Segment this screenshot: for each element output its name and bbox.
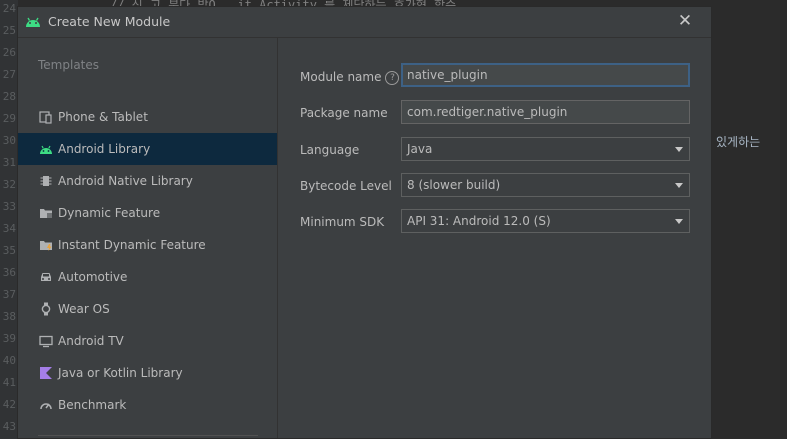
editor-gutter [0,0,18,439]
line-number: 33 [2,200,16,213]
line-number: 38 [2,310,16,323]
line-number: 35 [2,244,16,257]
template-label: Wear OS [58,302,110,316]
minimum-sdk-dropdown[interactable]: API 31: Android 12.0 (S) [401,209,690,233]
template-label: Phone & Tablet [58,110,148,124]
template-item-automotive[interactable]: Automotive [18,261,277,293]
module-form: Module name? Package name com.redtiger.n… [278,38,711,438]
line-number: 43 [2,420,16,433]
module-name-input[interactable] [407,65,688,85]
template-label: Java or Kotlin Library [58,366,183,380]
chevron-down-icon [675,147,683,152]
module-name-field-box [401,63,690,87]
line-number: 29 [2,112,16,125]
line-number: 24 [2,2,16,15]
template-label: Android TV [58,334,124,348]
template-item-java-kotlin-library[interactable]: Java or Kotlin Library [18,357,277,389]
template-label: Android Library [58,142,151,156]
gauge-icon [39,398,53,412]
module-name-label: Module name? [300,70,400,85]
phone-tablet-icon [39,110,53,124]
native-chip-icon [39,174,53,188]
template-item-phone-tablet[interactable]: Phone & Tablet [18,101,277,133]
language-dropdown[interactable]: Java [401,137,690,161]
line-number: 39 [2,332,16,345]
line-number: 42 [2,398,16,411]
chevron-down-icon [675,219,683,224]
package-name-input[interactable]: com.redtiger.native_plugin [401,100,690,124]
close-button[interactable]: ✕ [675,11,695,31]
templates-heading: Templates [38,58,100,72]
template-label: Android Native Library [58,174,193,188]
create-new-module-dialog: Create New Module ✕ Templates Phone & Ta… [17,6,712,439]
instant-folder-icon [39,238,53,252]
tv-icon [39,334,53,348]
template-item-wear-os[interactable]: Wear OS [18,293,277,325]
line-number: 40 [2,354,16,367]
template-label: Benchmark [58,398,127,412]
chevron-down-icon [675,183,683,188]
line-number: 25 [2,24,16,37]
templates-panel: Templates Phone & Tablet Android Library… [18,38,278,438]
watch-icon [39,302,53,316]
bytecode-level-dropdown[interactable]: 8 (slower build) [401,173,690,197]
line-number: 28 [2,90,16,103]
dialog-title: Create New Module [48,14,171,29]
line-number: 26 [2,46,16,59]
module-name-label-text: Module name [300,70,382,84]
template-label: Instant Dynamic Feature [58,238,206,252]
kotlin-icon [39,366,53,380]
line-number: 37 [2,288,16,301]
line-number: 32 [2,178,16,191]
line-number: 31 [2,156,16,169]
package-name-label: Package name [300,106,388,120]
template-label: Dynamic Feature [58,206,161,220]
line-number: 36 [2,266,16,279]
code-text-fragment: 있게하는 [716,135,761,149]
minimum-sdk-label: Minimum SDK [300,215,385,229]
folder-icon [39,206,53,220]
line-number: 27 [2,68,16,81]
line-number: 34 [2,222,16,235]
template-item-dynamic-feature[interactable]: Dynamic Feature [18,197,277,229]
template-item-instant-dynamic-feature[interactable]: Instant Dynamic Feature [18,229,277,261]
language-label: Language [300,143,360,157]
bytecode-level-label: Bytecode Level [300,179,392,193]
template-label: Automotive [58,270,128,284]
template-item-android-native-library[interactable]: Android Native Library [18,165,277,197]
android-icon [39,142,53,156]
template-item-android-library[interactable]: Android Library [18,133,277,165]
language-value: Java [407,142,433,156]
minimum-sdk-value: API 31: Android 12.0 (S) [407,214,551,228]
template-item-benchmark[interactable]: Benchmark [18,389,277,421]
template-item-android-tv[interactable]: Android TV [18,325,277,357]
line-number: 30 [2,134,16,147]
panel-divider [38,435,258,436]
line-number: 41 [2,376,16,389]
android-studio-icon [26,17,40,27]
help-icon[interactable]: ? [385,71,400,85]
bytecode-level-value: 8 (slower build) [407,178,501,192]
car-icon [39,270,53,284]
dialog-titlebar: Create New Module ✕ [18,7,711,38]
